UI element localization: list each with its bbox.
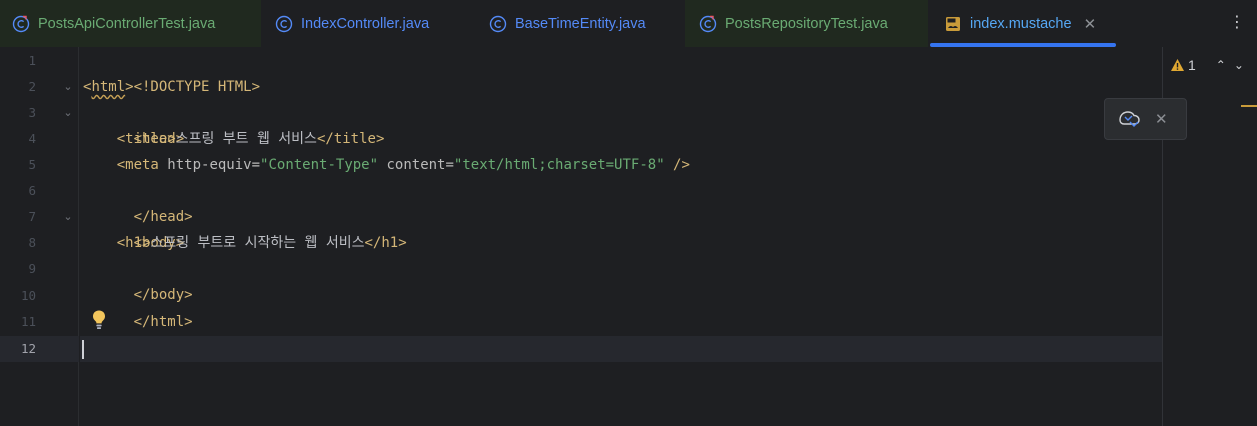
html-tag-warning: html [91,79,126,95]
tab-close-button[interactable]: ✕ [1084,15,1097,33]
code-editor[interactable]: <!DOCTYPE HTML> <html> <head> <title>스프링… [80,47,1257,426]
line-number: 3 [28,105,36,120]
floating-toolbar: ✕ [1104,98,1187,140]
tag: <h1> [116,235,151,251]
warning-scroll-marker[interactable] [1241,105,1257,107]
tag: <meta [116,157,159,173]
line-number: 4 [28,131,36,146]
tag: </h1> [364,235,407,251]
load-changes-icon[interactable] [1117,108,1141,130]
line-number: 2 [28,79,36,94]
attribute: http-equiv= [158,157,261,173]
code-line: <head> [83,100,185,147]
code-line: <meta http-equiv="Content-Type" content=… [83,152,690,178]
previous-highlight-icon[interactable]: ⌃ [1216,58,1226,72]
title-text: 스프링 부트 웹 서비스 [175,131,317,147]
bracket: > [125,79,134,95]
line-number: 7 [28,209,36,224]
editor-tab-bar: PostsApiControllerTest.java IndexControl… [0,0,1257,47]
tag: </html> [133,314,193,330]
text-caret [82,340,84,359]
tab-index-mustache[interactable]: index.mustache ✕ [928,0,1118,47]
fold-chevron-icon[interactable]: ⌄ [62,74,74,100]
more-options-icon[interactable]: ⋮ [1227,10,1247,34]
tag: <title> [116,131,176,147]
tab-posts-api-controller-test[interactable]: PostsApiControllerTest.java [0,0,261,47]
line-number: 9 [28,261,36,276]
class-icon [275,15,293,32]
code-line: </body> [83,256,193,303]
line-number: 11 [20,314,36,329]
tab-posts-repository-test[interactable]: PostsRepositoryTest.java [685,0,928,47]
tab-label: PostsApiControllerTest.java [38,15,216,32]
tab-base-time-entity[interactable]: BaseTimeEntity.java [475,0,685,47]
tab-label: index.mustache [970,15,1072,32]
code-line: <html> [83,74,134,100]
code-line: <body> [83,204,185,251]
ide-window: PostsApiControllerTest.java IndexControl… [0,0,1257,426]
code-line: </head> [83,178,193,225]
warning-count: 1 [1188,57,1196,73]
heading-text: 스프링 부트로 시작하는 웹 서비스 [150,235,365,251]
attribute: content= [378,157,454,173]
attribute-value: "text/html;charset=UTF-8" [453,157,665,173]
next-highlight-icon[interactable]: ⌄ [1234,58,1244,72]
warning-icon[interactable] [1170,58,1185,72]
line-number: 1 [28,53,36,68]
line-number: 8 [28,235,36,250]
tab-index-controller[interactable]: IndexController.java [261,0,475,47]
lightbulb-icon[interactable] [91,309,107,331]
test-class-icon [12,15,30,32]
fold-chevron-icon[interactable]: ⌄ [62,100,74,126]
attribute-value: "Content-Type" [260,157,379,173]
line-number: 6 [28,183,36,198]
popup-close-button[interactable]: ✕ [1155,110,1168,128]
tag: </title> [316,131,385,147]
line-number: 5 [28,157,36,172]
test-class-icon [699,15,717,32]
tab-label: IndexController.java [301,15,430,32]
code-line: <!DOCTYPE HTML> [83,48,260,95]
line-number: 10 [20,288,36,303]
current-line-number: 12 [20,341,36,356]
tab-label: BaseTimeEntity.java [515,15,646,32]
mustache-file-icon [946,16,960,31]
fold-chevron-icon[interactable]: ⌄ [62,204,74,230]
inspection-widget: 1 ⌃ ⌄ [1170,54,1244,76]
line-number-gutter: 1 2 3 4 5 6 7 8 9 10 11 12 ⌄ ⌄ ⌄ [0,47,79,426]
code-line: </html> [83,283,193,330]
current-line-highlight [80,336,1162,362]
doctype: <!DOCTYPE HTML> [133,79,261,95]
tab-label: PostsRepositoryTest.java [725,15,888,32]
code-line: <h1>스프링 부트로 시작하는 웹 서비스</h1> [83,230,407,256]
class-icon [489,15,507,32]
tag: /> [664,157,690,173]
code-line: <title>스프링 부트 웹 서비스</title> [83,126,385,152]
